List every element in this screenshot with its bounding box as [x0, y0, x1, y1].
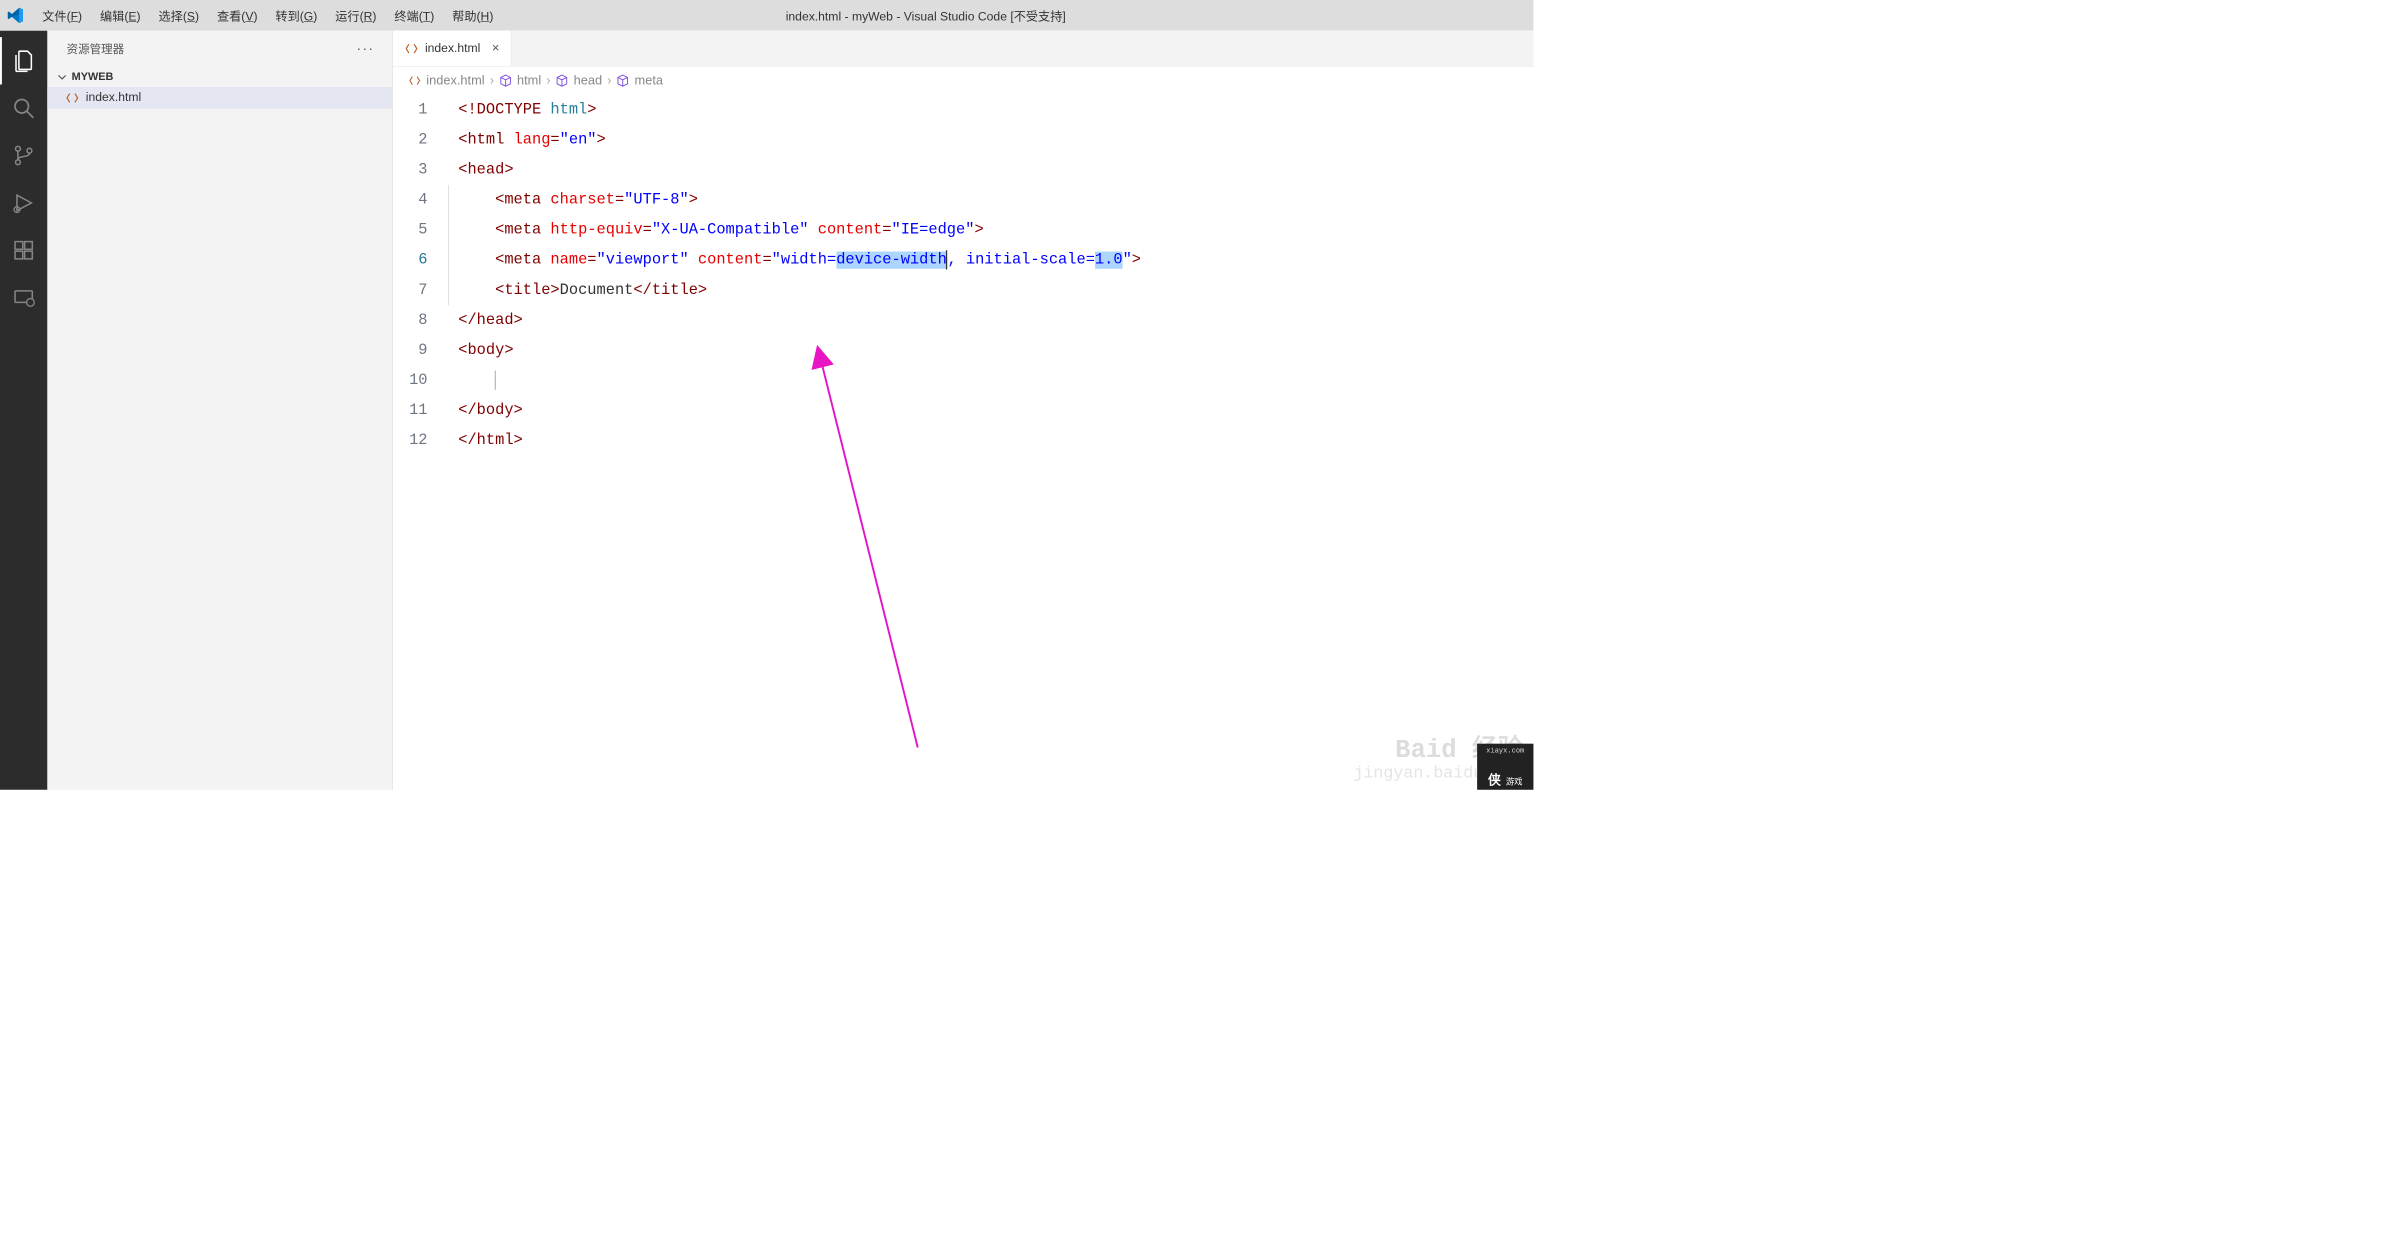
remote-icon: [12, 286, 35, 309]
sidebar-title: 资源管理器: [67, 40, 125, 57]
indent-guides: [439, 95, 458, 790]
play-bug-icon: [12, 191, 35, 214]
chevron-right-icon: ›: [546, 73, 550, 88]
sidebar-explorer: 资源管理器 ··· MYWEB index.html: [47, 31, 393, 790]
html-file-icon: [404, 41, 418, 55]
git-branch-icon: [12, 144, 35, 167]
activity-remote[interactable]: [0, 274, 47, 321]
editor-group: index.html × index.html › html › head › …: [393, 31, 1533, 790]
menu-selection[interactable]: 选择(S): [150, 3, 208, 28]
code-editor[interactable]: 1 2 3 4 5 6 7 8 9 10 11 12 <!DOCTYPE htm…: [393, 95, 1533, 790]
breadcrumb-item[interactable]: html: [517, 73, 541, 88]
search-icon: [12, 97, 35, 120]
activity-source-control[interactable]: [0, 132, 47, 179]
corner-badge: xiayx.com 侠 游戏: [1477, 744, 1533, 790]
menu-terminal[interactable]: 终端(T): [385, 3, 443, 28]
breadcrumb[interactable]: index.html › html › head › meta: [393, 67, 1533, 95]
activity-run-debug[interactable]: [0, 179, 47, 226]
line-number-gutter: 1 2 3 4 5 6 7 8 9 10 11 12: [393, 95, 439, 790]
activity-bar: [0, 31, 47, 790]
breadcrumb-item[interactable]: index.html: [426, 73, 484, 88]
activity-explorer[interactable]: [0, 37, 47, 84]
menu-bar: 文件(F) 编辑(E) 选择(S) 查看(V) 转到(G) 运行(R) 终端(T…: [33, 3, 502, 28]
menu-run[interactable]: 运行(R): [326, 3, 385, 28]
extensions-icon: [12, 239, 35, 262]
window-title: index.html - myWeb - Visual Studio Code …: [502, 7, 1528, 24]
menu-view[interactable]: 查看(V): [208, 3, 266, 28]
close-icon[interactable]: ×: [492, 41, 499, 56]
symbol-module-icon: [556, 74, 569, 87]
files-icon: [12, 49, 35, 72]
code-content[interactable]: <!DOCTYPE html><html lang="en"><head> <m…: [458, 95, 1533, 790]
explorer-root-folder[interactable]: MYWEB: [47, 67, 392, 87]
explorer-file-index[interactable]: index.html: [47, 87, 392, 109]
menu-edit[interactable]: 编辑(E): [91, 3, 149, 28]
menu-go[interactable]: 转到(G): [266, 3, 326, 28]
chevron-right-icon: ›: [490, 73, 494, 88]
chevron-right-icon: ›: [607, 73, 611, 88]
activity-extensions[interactable]: [0, 227, 47, 274]
html-file-icon: [408, 74, 421, 87]
vscode-logo-icon: [5, 5, 25, 25]
symbol-module-icon: [499, 74, 512, 87]
sidebar-more-icon[interactable]: ···: [356, 40, 374, 57]
tab-index-html[interactable]: index.html ×: [393, 31, 512, 66]
symbol-module-icon: [617, 74, 630, 87]
html-file-icon: [65, 91, 79, 105]
breadcrumb-item[interactable]: head: [574, 73, 602, 88]
activity-search[interactable]: [0, 84, 47, 131]
chevron-down-icon: [56, 71, 68, 83]
menu-help[interactable]: 帮助(H): [443, 3, 502, 28]
sidebar-header: 资源管理器 ···: [47, 31, 392, 67]
titlebar: 文件(F) 编辑(E) 选择(S) 查看(V) 转到(G) 运行(R) 终端(T…: [0, 0, 1533, 31]
tab-bar: index.html ×: [393, 31, 1533, 67]
menu-file[interactable]: 文件(F): [33, 3, 91, 28]
breadcrumb-item[interactable]: meta: [635, 73, 663, 88]
